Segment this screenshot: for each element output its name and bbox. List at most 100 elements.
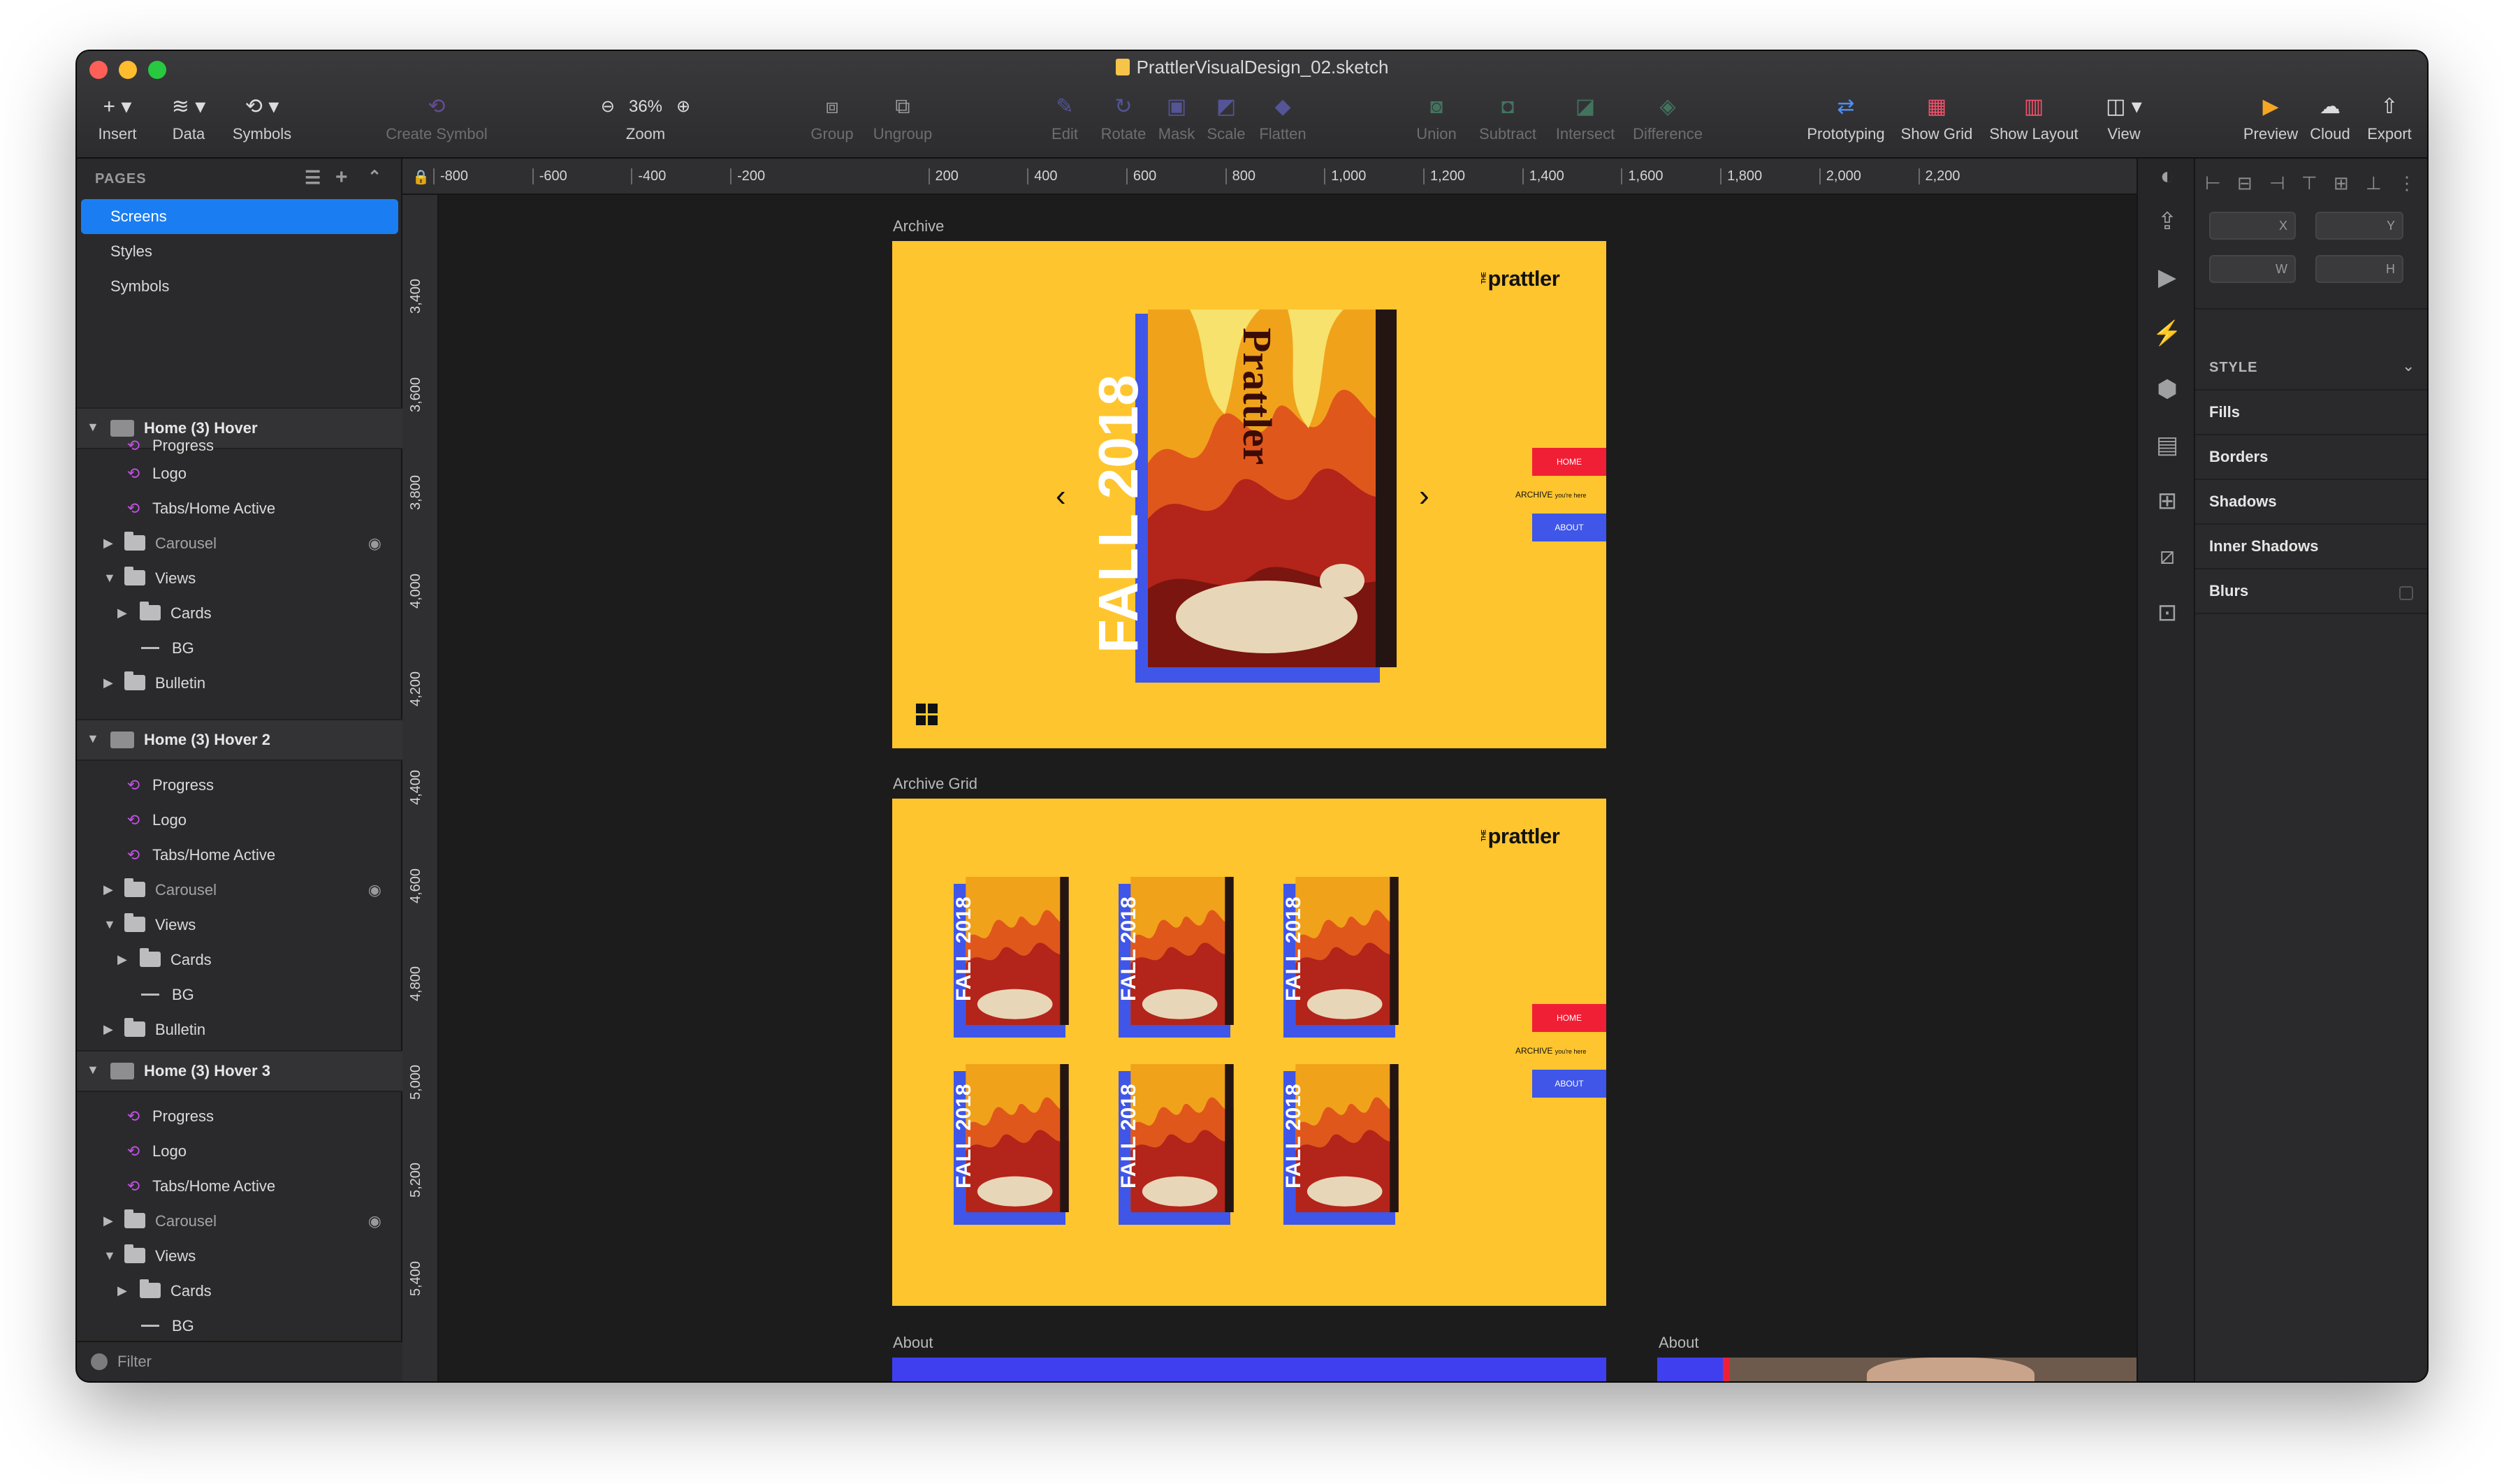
layer-cards[interactable]: Cards: [140, 596, 212, 631]
disclosure-closed-icon[interactable]: ▶: [103, 1022, 113, 1037]
x-field[interactable]: X: [2209, 212, 2296, 240]
union-button[interactable]: ◙ Union: [1410, 90, 1463, 157]
nav-home-button[interactable]: HOME: [1532, 448, 1606, 476]
list-icon[interactable]: ☰: [305, 167, 321, 189]
layer-logo[interactable]: ⟲ Logo: [124, 456, 187, 491]
layer-cards[interactable]: Cards: [140, 1274, 212, 1309]
image-edit-icon[interactable]: ⧄: [2138, 543, 2197, 570]
horizontal-ruler[interactable]: 🔒 -800 -600 -400 -200 200 400 600 800 1,000 1,200…: [402, 159, 2137, 195]
show-grid-button[interactable]: ▦ Show Grid: [1893, 90, 1980, 157]
layer-carousel[interactable]: Carousel: [124, 1204, 217, 1239]
disclosure-open-icon[interactable]: ▼: [87, 407, 99, 446]
disclosure-closed-icon[interactable]: ▶: [103, 536, 113, 551]
lightning-icon[interactable]: ⚡: [2138, 319, 2197, 347]
inner-shadows-section[interactable]: Inner Shadows: [2195, 525, 2427, 569]
borders-section[interactable]: Borders: [2195, 435, 2427, 480]
align-layout-icon[interactable]: ⊞: [2138, 487, 2197, 515]
artboard-about-2[interactable]: [1657, 1358, 2137, 1381]
layer-group-home-hover-2[interactable]: ▼ Home (3) Hover 2: [77, 719, 402, 761]
show-layout-button[interactable]: ▥ Show Layout: [1983, 90, 2085, 157]
y-field[interactable]: Y: [2315, 212, 2403, 240]
collapse-icon[interactable]: ⌃: [367, 167, 382, 187]
width-field[interactable]: W: [2209, 255, 2296, 283]
hidden-eye-icon[interactable]: ◉: [368, 881, 381, 899]
add-image-icon[interactable]: ⊡: [2138, 599, 2197, 627]
zoom-in-icon[interactable]: ⊕: [676, 97, 690, 116]
zoom-out-icon[interactable]: ⊖: [601, 97, 615, 116]
add-page-icon[interactable]: +: [335, 166, 349, 189]
canvas[interactable]: Archive THEprattler Prattler FALL 2018 ‹…: [439, 195, 2137, 1381]
vertical-ruler[interactable]: 3,400 3,600 3,800 4,000 4,200 4,400 4,600 4,800…: [402, 195, 439, 1381]
disclosure-closed-icon[interactable]: ▶: [103, 676, 113, 690]
archive-grid-card[interactable]: FALL 2018: [952, 877, 1079, 1038]
archive-grid-card[interactable]: FALL 2018: [1117, 877, 1244, 1038]
layer-views[interactable]: Views: [124, 908, 196, 943]
hidden-eye-icon[interactable]: ◉: [368, 534, 381, 553]
layer-tabs-home-active[interactable]: ⟲ Tabs/Home Active: [124, 491, 275, 526]
rotate-button[interactable]: ↻ Rotate: [1097, 90, 1150, 157]
grid-view-icon[interactable]: [916, 704, 938, 726]
difference-button[interactable]: ◈ Difference: [1622, 90, 1713, 157]
layer-progress[interactable]: ⟲ Progress: [124, 768, 214, 803]
layer-bulletin[interactable]: Bulletin: [124, 1012, 205, 1047]
chevron-right-icon[interactable]: ›: [1419, 479, 1429, 514]
fills-section[interactable]: Fills: [2195, 391, 2427, 435]
layer-views[interactable]: Views: [124, 1239, 196, 1274]
hidden-eye-icon[interactable]: ◉: [368, 1212, 381, 1230]
color-icon[interactable]: ◐: [2138, 163, 2197, 190]
symbols-button[interactable]: ⟲ ▾ Symbols: [224, 90, 300, 157]
artboard-archive-grid[interactable]: THEprattler FALL 2018 FALL 2018 FALL 2018 F…: [892, 799, 1606, 1306]
align-middle-icon[interactable]: ⊞: [2334, 173, 2349, 194]
align-center-icon[interactable]: ⊟: [2237, 173, 2252, 194]
disclosure-open-icon[interactable]: ▼: [103, 917, 116, 932]
layer-cards[interactable]: Cards: [140, 943, 212, 977]
view-button[interactable]: ◫ ▾ View: [2096, 90, 2152, 157]
page-screens[interactable]: Screens: [81, 199, 398, 234]
magazine-cover[interactable]: Prattler: [1148, 310, 1397, 667]
disclosure-closed-icon[interactable]: ▶: [117, 606, 127, 620]
blurs-section[interactable]: Blurs: [2195, 569, 2427, 614]
archive-grid-card[interactable]: FALL 2018: [1282, 1064, 1409, 1225]
artboard-label-archive-grid[interactable]: Archive Grid: [893, 775, 977, 793]
disclosure-closed-icon[interactable]: ▶: [117, 1283, 127, 1298]
chevron-down-icon[interactable]: ⌄: [2402, 357, 2415, 375]
artboard-archive[interactable]: THEprattler Prattler FALL 2018 ‹ › HOME …: [892, 241, 1606, 748]
nav-about-button[interactable]: ABOUT: [1532, 1070, 1606, 1098]
layer-bulletin[interactable]: Bulletin: [124, 666, 205, 701]
layer-carousel[interactable]: Carousel: [124, 526, 217, 561]
layer-bg[interactable]: BG: [141, 1309, 194, 1344]
play-icon[interactable]: ▶: [2138, 263, 2197, 291]
hexagon-icon[interactable]: ⬢: [2138, 375, 2197, 403]
mask-button[interactable]: ▣ Mask: [1154, 90, 1199, 157]
nav-archive-link[interactable]: ARCHIVE you're here: [1515, 1046, 1586, 1056]
height-field[interactable]: H: [2315, 255, 2403, 283]
layer-progress[interactable]: ⟲ Progress: [124, 1099, 214, 1134]
disclosure-closed-icon[interactable]: ▶: [117, 952, 127, 967]
scale-button[interactable]: ◩ Scale: [1203, 90, 1249, 157]
archive-grid-card[interactable]: FALL 2018: [952, 1064, 1079, 1225]
upload-icon[interactable]: ⇪: [2138, 208, 2197, 235]
zoom-control[interactable]: ⊖ 36% ⊕ Zoom: [583, 90, 708, 157]
layer-logo[interactable]: ⟲ Logo: [124, 1134, 187, 1169]
archive-grid-card[interactable]: FALL 2018: [1117, 1064, 1244, 1225]
nav-archive-link[interactable]: ARCHIVE you're here: [1515, 490, 1586, 500]
artboard-label-archive[interactable]: Archive: [893, 217, 944, 235]
edit-button[interactable]: ✎ Edit: [1045, 90, 1084, 157]
shadows-section[interactable]: Shadows: [2195, 480, 2427, 525]
filter-bar[interactable]: Filter: [77, 1341, 402, 1381]
intersect-button[interactable]: ◪ Intersect: [1547, 90, 1624, 157]
layer-progress[interactable]: ⟲ Progress: [124, 435, 214, 456]
create-symbol-button[interactable]: ⟲ Create Symbol: [377, 90, 496, 157]
page-styles[interactable]: Styles: [81, 234, 398, 269]
align-right-icon[interactable]: ⊣: [2269, 173, 2285, 194]
disclosure-open-icon[interactable]: ▼: [103, 571, 116, 585]
artboard-label-about[interactable]: About: [893, 1334, 933, 1352]
layer-bg[interactable]: BG: [141, 977, 194, 1012]
prototyping-button[interactable]: ⇄ Prototyping: [1798, 90, 1893, 157]
preview-button[interactable]: ▶ Preview: [2237, 90, 2304, 157]
insert-button[interactable]: + ▾ Insert: [88, 90, 147, 157]
artboard-about[interactable]: [892, 1358, 1606, 1381]
nav-about-button[interactable]: ABOUT: [1532, 514, 1606, 541]
artboard-label-about-2[interactable]: About: [1659, 1334, 1699, 1352]
nav-home-button[interactable]: HOME: [1532, 1004, 1606, 1032]
